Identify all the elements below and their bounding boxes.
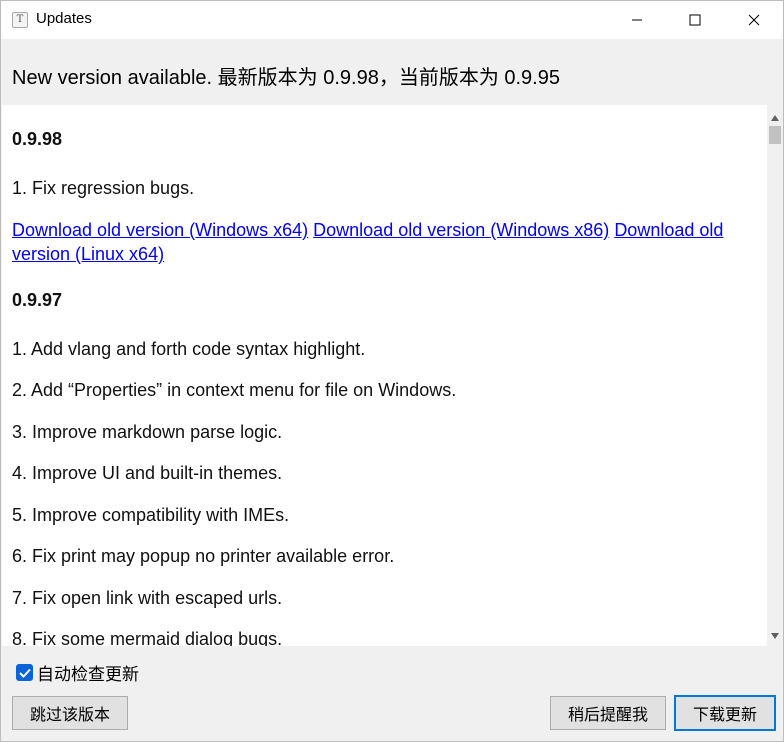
release-note-item: 3. Improve markdown parse logic. [12, 422, 283, 442]
remind-later-button[interactable]: 稍后提醒我 [550, 696, 666, 730]
window-title: Updates [36, 10, 92, 27]
close-icon [748, 14, 760, 26]
vertical-scrollbar[interactable] [767, 105, 783, 646]
maximize-button[interactable] [666, 1, 724, 39]
update-header: New version available. 最新版本为 0.9.98，当前版本… [1, 39, 783, 105]
dialog-footer: 自动检查更新 跳过该版本 稍后提醒我 下载更新 [1, 646, 783, 741]
scroll-down-button[interactable] [767, 627, 783, 644]
auto-check-label: 自动检查更新 [37, 665, 139, 685]
minimize-button[interactable] [608, 1, 666, 39]
updates-window: T Updates New version available. 最新版本为 0… [0, 0, 784, 742]
app-icon: T [12, 12, 28, 28]
minimize-icon [632, 19, 642, 21]
arrow-down-icon [771, 632, 779, 639]
release-note-item: 1. Fix regression bugs. [12, 178, 195, 198]
update-summary-text: New version available. 最新版本为 0.9.98，当前版本… [12, 67, 560, 89]
checkmark-icon [18, 668, 31, 678]
auto-check-checkbox[interactable] [16, 664, 33, 681]
scroll-thumb[interactable] [769, 126, 781, 144]
download-windows-x86-link[interactable]: Download old version (Windows x86) [313, 220, 609, 240]
release-note-item: 5. Improve compatibility with IMEs. [12, 505, 290, 525]
auto-check-option[interactable]: 自动检查更新 [16, 660, 139, 685]
release-note-item: 2. Add “Properties” in context menu for … [12, 380, 457, 400]
download-windows-x64-link[interactable]: Download old version (Windows x64) [12, 220, 308, 240]
release-note-item: 4. Improve UI and built-in themes. [12, 463, 283, 483]
scroll-up-button[interactable] [767, 109, 783, 126]
release-note-item: 8. Fix some mermaid dialog bugs. [12, 629, 283, 646]
release-note-item: 7. Fix open link with escaped urls. [12, 588, 283, 608]
release-note-item: 1. Add vlang and forth code syntax highl… [12, 339, 366, 359]
maximize-icon [689, 14, 701, 26]
close-button[interactable] [725, 1, 783, 39]
version-heading: 0.9.98 [12, 129, 63, 149]
version-heading: 0.9.97 [12, 290, 63, 310]
release-note-item: 6. Fix print may popup no printer availa… [12, 546, 395, 566]
download-links: Download old version (Windows x64) Downl… [12, 218, 752, 266]
arrow-up-icon [771, 114, 779, 121]
title-bar[interactable]: T Updates [1, 1, 783, 39]
skip-version-button[interactable]: 跳过该版本 [12, 696, 128, 730]
download-update-button[interactable]: 下载更新 [674, 695, 776, 731]
release-notes-content: 0.9.98 1. Fix regression bugs. Download … [12, 129, 752, 646]
release-notes-panel[interactable]: 0.9.98 1. Fix regression bugs. Download … [2, 105, 767, 646]
